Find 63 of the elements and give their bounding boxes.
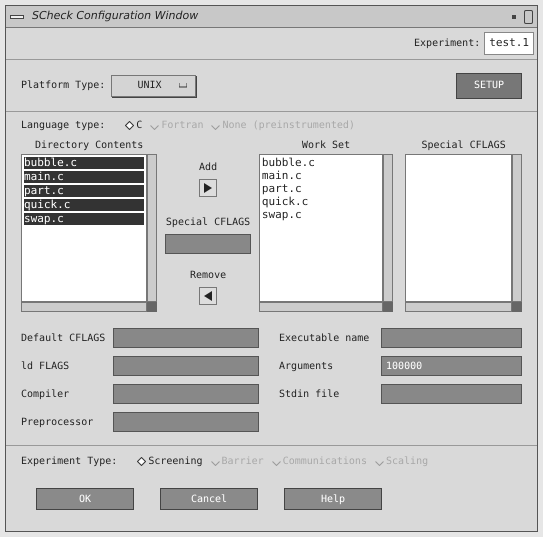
horizontal-scrollbar[interactable]	[21, 302, 148, 312]
field-label: Default CFLAGS	[21, 332, 106, 346]
vertical-scrollbar[interactable]	[383, 154, 394, 302]
list-item[interactable]: part.c	[262, 183, 380, 195]
remove-button[interactable]	[199, 287, 218, 305]
experiment-field[interactable]: test.1	[484, 32, 534, 55]
work-set-list[interactable]: bubble.c main.c part.c quick.c swap.c	[258, 154, 384, 302]
list-item[interactable]: main.c	[262, 170, 380, 182]
list-title: Special CFLAGS	[420, 139, 507, 153]
add-button[interactable]	[199, 179, 218, 197]
field-label: Executable name	[279, 332, 370, 346]
list-title: Work Set	[300, 139, 352, 153]
scrollbar-corner	[512, 302, 522, 312]
input-field[interactable]	[381, 328, 522, 348]
special-cflags-label: Special CFLAGS	[166, 216, 250, 230]
field-label: Compiler	[21, 388, 70, 402]
platform-label: Platform Type:	[21, 79, 106, 93]
platform-dropdown[interactable]: UNIX	[111, 74, 196, 96]
scrollbar-corner	[383, 302, 394, 312]
field-label: Arguments	[279, 360, 334, 374]
list-item[interactable]: quick.c	[262, 196, 380, 208]
field-label: Preprocessor	[21, 416, 94, 430]
setup-button[interactable]: SETUP	[456, 72, 522, 98]
minimize-icon[interactable]	[512, 14, 516, 18]
vertical-scrollbar[interactable]	[147, 154, 158, 302]
radio-icon[interactable]	[125, 120, 134, 130]
left-arrow-icon	[204, 291, 212, 301]
radio-icon[interactable]	[137, 456, 146, 466]
radio-label[interactable]: C	[136, 118, 142, 132]
field-label: Stdin file	[279, 388, 340, 402]
input-field[interactable]	[381, 384, 522, 404]
experiment-label: Experiment:	[414, 37, 480, 51]
list-title: Directory Contents	[34, 139, 144, 153]
scrollbar-corner	[147, 302, 158, 312]
radio-label[interactable]: Screening	[148, 454, 203, 468]
group-label: Language type:	[21, 118, 106, 132]
horizontal-scrollbar[interactable]	[258, 302, 384, 312]
window-title: SCheck Configuration Window	[32, 8, 198, 24]
input-field[interactable]: 100000	[381, 356, 522, 376]
menu-icon[interactable]	[10, 14, 24, 18]
horizontal-scrollbar[interactable]	[405, 302, 512, 312]
list-item[interactable]: part.c	[24, 185, 144, 197]
input-field[interactable]	[113, 384, 260, 404]
directory-list[interactable]: bubble.c main.c part.c quick.c swap.c	[21, 154, 148, 302]
list-item[interactable]: main.c	[24, 171, 144, 183]
list-item[interactable]: swap.c	[262, 209, 380, 221]
add-label: Add	[199, 161, 218, 175]
group-label: Experiment Type:	[21, 454, 118, 468]
list-item[interactable]: quick.c	[24, 199, 144, 211]
input-field[interactable]	[113, 412, 260, 432]
field-label: ld FLAGS	[21, 360, 70, 374]
right-arrow-icon	[204, 183, 212, 193]
input-field[interactable]	[113, 328, 260, 348]
vertical-scrollbar[interactable]	[512, 154, 522, 302]
special-cflags-field[interactable]	[165, 234, 252, 254]
list-item[interactable]: bubble.c	[262, 157, 380, 169]
remove-label: Remove	[190, 269, 226, 283]
list-item[interactable]: swap.c	[24, 213, 144, 225]
input-field[interactable]	[113, 356, 260, 376]
maximize-icon[interactable]	[524, 10, 533, 24]
dropdown-icon	[179, 83, 187, 88]
list-item[interactable]: bubble.c	[24, 157, 144, 169]
special-cflags-list[interactable]	[405, 154, 512, 302]
